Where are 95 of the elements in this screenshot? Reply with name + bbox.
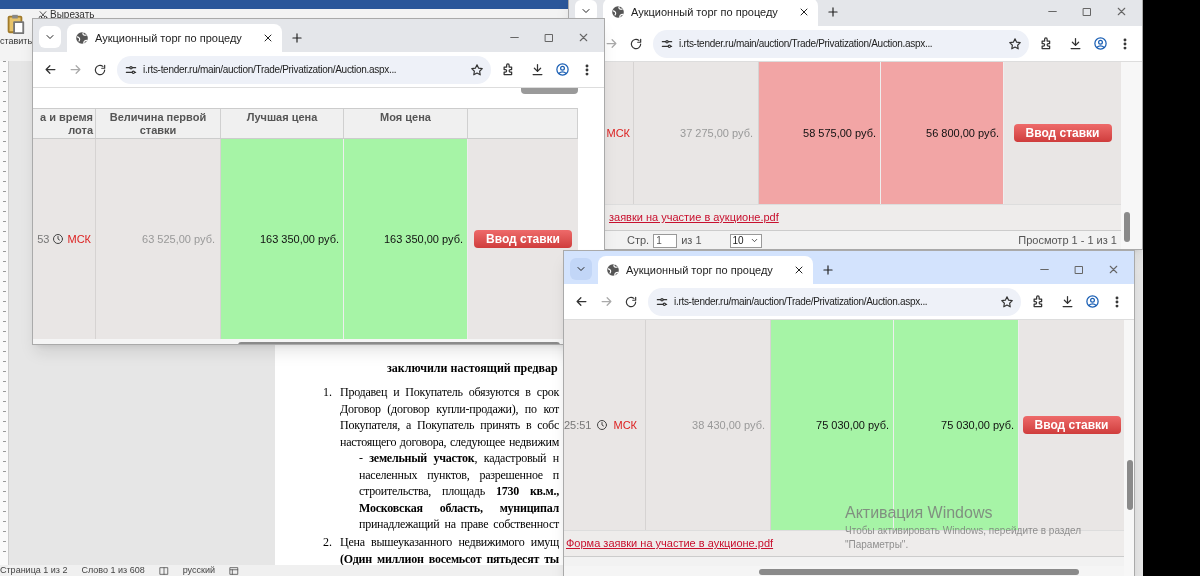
status-text: Страница 1 из 2	[0, 565, 68, 576]
url-text[interactable]: i.rts-tender.ru/main/auction/Trade/Privatization/Auction.aspx...	[679, 36, 1003, 51]
page-input[interactable]: 1	[653, 233, 678, 248]
star-icon[interactable]	[1008, 36, 1022, 51]
browser-tab[interactable]: Аукционный торг по процеду	[603, 0, 818, 26]
document-link[interactable]: Форма заявки на участие в аукционе.pdf	[566, 535, 774, 552]
download-icon[interactable]	[1068, 36, 1083, 51]
cut-label[interactable]: Вырезать	[50, 9, 95, 21]
document-line: (Один миллион восемьсот пятьдесят ты	[340, 551, 559, 565]
maximize-icon[interactable]	[1073, 263, 1085, 276]
profile-icon[interactable]	[555, 62, 570, 77]
document-line: Договор (договор купли-продажи), по кот	[340, 401, 559, 416]
address-field[interactable]: i.rts-tender.ru/main/auction/Trade/Privatization/Auction.aspx...	[653, 29, 1029, 58]
place-bid-button[interactable]: Ввод ставки	[474, 230, 572, 248]
place-bid-button[interactable]: Ввод ставки	[1022, 416, 1121, 434]
timezone-text: МСК	[613, 417, 637, 433]
back-arrow-icon[interactable]	[574, 294, 589, 309]
reload-icon[interactable]	[93, 62, 107, 77]
close-icon[interactable]	[798, 6, 810, 18]
column-header: Лучшая цена	[245, 111, 319, 125]
scrollbar-thumb[interactable]	[1124, 212, 1130, 242]
document-line: настоящего договора, следующее недвижим	[340, 434, 559, 449]
globe-icon	[606, 263, 620, 277]
tab-title[interactable]: Аукционный торг по процеду	[631, 3, 792, 21]
place-bid-button[interactable]: Ввод ставки	[1013, 124, 1112, 142]
reload-icon[interactable]	[629, 36, 643, 51]
profile-icon[interactable]	[1093, 36, 1108, 51]
chevron-down-icon	[749, 236, 759, 245]
url-text[interactable]: i.rts-tender.ru/main/auction/Trade/Privatization/Auction.aspx...	[674, 294, 995, 309]
document-line: Московская область, муниципал	[359, 500, 559, 515]
back-arrow-icon[interactable]	[43, 62, 58, 77]
best-price-text: 163 350,00 руб.	[259, 231, 339, 247]
time-text: 53	[37, 231, 50, 247]
first-bid-text: 37 275,00 руб.	[680, 125, 753, 141]
clock-icon	[596, 419, 609, 431]
document-line: - земельный участок, кадастровый н	[359, 451, 559, 465]
list-number: 2.	[323, 535, 332, 549]
close-icon[interactable]	[793, 264, 805, 276]
globe-icon	[611, 5, 625, 19]
plus-icon[interactable]	[826, 5, 840, 19]
browser-tab[interactable]: Аукционный торг по процеду	[598, 256, 813, 284]
document-line: Продавец и Покупатель обязуются в срок	[340, 385, 559, 399]
maximize-icon[interactable]	[543, 31, 555, 44]
timezone-text: МСК	[606, 125, 630, 141]
my-price-text: 56 800,00 руб.	[926, 125, 999, 141]
maximize-icon[interactable]	[1081, 5, 1093, 18]
reload-icon[interactable]	[624, 294, 638, 309]
document-line: Цена вышеуказанного недвижимого имущ	[340, 535, 559, 549]
star-icon[interactable]	[470, 62, 484, 77]
first-bid-text: 38 430,00 руб.	[692, 417, 765, 433]
close-icon[interactable]	[262, 32, 274, 44]
profile-icon[interactable]	[1085, 294, 1100, 309]
page-count: из 1	[681, 233, 702, 249]
document-line: принадлежащий на праве собственност	[359, 517, 559, 531]
layout-icon[interactable]	[229, 565, 239, 576]
column-header: а и время лота	[39, 111, 95, 138]
star-icon[interactable]	[1000, 294, 1014, 309]
tab-search-button[interactable]	[570, 258, 592, 280]
url-text[interactable]: i.rts-tender.ru/main/auction/Trade/Privatization/Auction.aspx...	[143, 62, 465, 77]
page-size-select[interactable]: 10	[729, 233, 762, 248]
column-header: Моя цена	[379, 111, 432, 125]
first-bid-text: 63 525,00 руб.	[142, 231, 215, 247]
plus-icon[interactable]	[290, 31, 304, 45]
plus-icon[interactable]	[821, 263, 835, 277]
best-price-text: 75 030,00 руб.	[816, 417, 889, 433]
document-line: Покупателя, а Покупатель принять в собс	[340, 418, 559, 432]
tab-title[interactable]: Аукционный торг по процеду	[626, 261, 787, 279]
page-label: Стр.	[627, 233, 650, 249]
page-size-value: 10	[732, 234, 744, 248]
scrollbar-thumb[interactable]	[1127, 460, 1133, 510]
download-icon[interactable]	[530, 62, 545, 77]
timezone-text: МСК	[67, 231, 91, 247]
clock-icon	[52, 233, 65, 245]
scrollbar-thumb[interactable]	[759, 569, 1079, 575]
document-heading: заключили настоящий предвар	[387, 361, 558, 375]
column-header: Величина первой ставки	[108, 111, 208, 138]
download-icon[interactable]	[1060, 294, 1075, 309]
my-price-text: 163 350,00 руб.	[383, 231, 463, 247]
list-number: 1.	[323, 385, 332, 399]
address-field[interactable]: i.rts-tender.ru/main/auction/Trade/Privatization/Auction.aspx...	[648, 287, 1021, 316]
browser-tab[interactable]: Аукционный торг по процеду	[67, 24, 282, 52]
globe-icon	[75, 31, 89, 45]
address-field[interactable]: i.rts-tender.ru/main/auction/Trade/Privatization/Auction.aspx...	[117, 55, 491, 84]
time-text: 25:51	[564, 417, 592, 433]
status-text: Слово 1 из 608	[81, 565, 145, 576]
my-price-text: 75 030,00 руб.	[941, 417, 1014, 433]
paste-label[interactable]: ставить	[0, 36, 33, 47]
status-text: русский	[182, 565, 215, 576]
document-line: строительства, площадь 1730 кв.м.,	[359, 484, 559, 498]
best-price-text: 58 575,00 руб.	[803, 125, 876, 141]
document-line: населенных пунктов, разрешенное п	[359, 467, 559, 482]
book-icon[interactable]	[158, 565, 169, 576]
tab-title[interactable]: Аукционный торг по процеду	[95, 29, 256, 47]
pager-summary: Просмотр 1 - 1 из 1	[1018, 233, 1117, 249]
scissors-icon[interactable]	[38, 10, 48, 20]
